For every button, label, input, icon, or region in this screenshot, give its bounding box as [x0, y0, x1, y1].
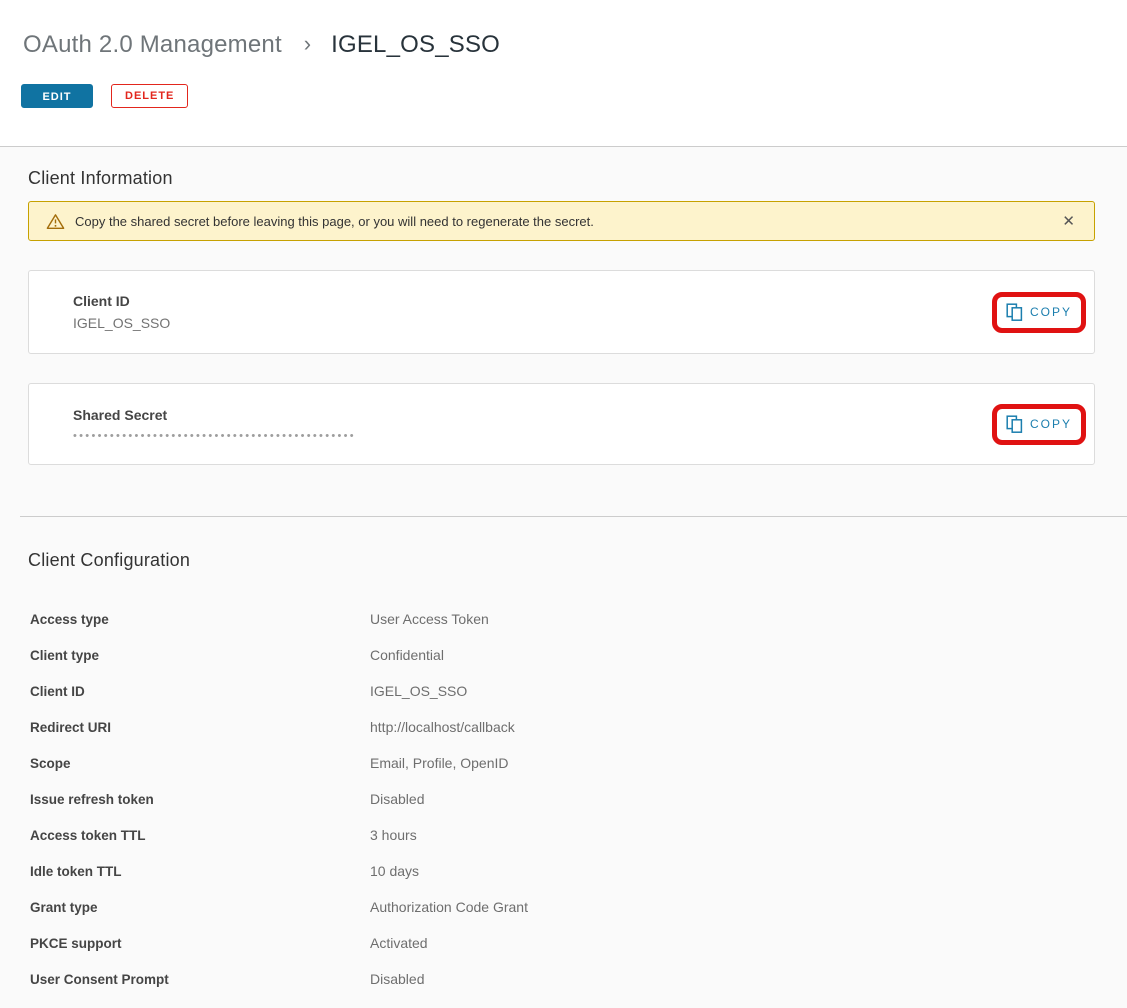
shared-secret-masked-value: ••••••••••••••••••••••••••••••••••••••••…: [73, 431, 356, 442]
edit-button[interactable]: EDIT: [21, 84, 93, 108]
client-configuration-heading: Client Configuration: [28, 517, 1095, 571]
copy-client-id-annotation-highlight: COPY: [992, 292, 1086, 333]
config-value: Disabled: [370, 791, 424, 807]
breadcrumb-parent-link[interactable]: OAuth 2.0 Management: [23, 31, 282, 58]
action-row: EDIT DELETE: [21, 84, 1127, 108]
config-row: Issue refresh token Disabled: [28, 781, 1095, 817]
config-row: Client ID IGEL_OS_SSO: [28, 673, 1095, 709]
config-label: Grant type: [30, 900, 370, 915]
config-label: Redirect URI: [30, 720, 370, 735]
client-id-card: Client ID IGEL_OS_SSO COPY: [28, 270, 1095, 354]
config-row: Access token TTL 3 hours: [28, 817, 1095, 853]
copy-button-label: COPY: [1030, 305, 1072, 319]
shared-secret-label: Shared Secret: [73, 407, 356, 423]
config-label: Access type: [30, 612, 370, 627]
config-row: Scope Email, Profile, OpenID: [28, 745, 1095, 781]
config-row: User Consent Prompt Disabled: [28, 961, 1095, 997]
page-header: OAuth 2.0 Management › IGEL_OS_SSO EDIT …: [0, 0, 1127, 147]
warning-triangle-icon: [46, 213, 65, 230]
config-label: PKCE support: [30, 936, 370, 951]
config-label: Client type: [30, 648, 370, 663]
warning-message: Copy the shared secret before leaving th…: [75, 214, 594, 229]
page-title: IGEL_OS_SSO: [331, 31, 500, 58]
config-value: Confidential: [370, 647, 444, 663]
config-row: Access type User Access Token: [28, 601, 1095, 637]
copy-shared-secret-annotation-highlight: COPY: [992, 404, 1086, 445]
config-value: Authorization Code Grant: [370, 899, 528, 915]
config-value: Disabled: [370, 971, 424, 987]
config-row: Redirect URI http://localhost/callback: [28, 709, 1095, 745]
config-value: 10 days: [370, 863, 419, 879]
config-value: http://localhost/callback: [370, 719, 515, 735]
config-row: Client type Confidential: [28, 637, 1095, 673]
config-value: IGEL_OS_SSO: [370, 683, 467, 699]
client-information-heading: Client Information: [28, 147, 1095, 189]
breadcrumb: OAuth 2.0 Management › IGEL_OS_SSO: [0, 0, 1127, 59]
config-label: Scope: [30, 756, 370, 771]
breadcrumb-chevron-icon: ›: [304, 31, 312, 56]
delete-button[interactable]: DELETE: [111, 84, 188, 108]
copy-shared-secret-button[interactable]: COPY: [1002, 413, 1076, 436]
config-label: Idle token TTL: [30, 864, 370, 879]
shared-secret-card: Shared Secret ••••••••••••••••••••••••••…: [28, 383, 1095, 465]
close-icon[interactable]: ✕: [1060, 212, 1077, 230]
config-label: Access token TTL: [30, 828, 370, 843]
copy-client-id-button[interactable]: COPY: [1002, 301, 1076, 324]
main-content: Client Information Copy the shared secre…: [0, 147, 1127, 1008]
config-value: User Access Token: [370, 611, 489, 627]
config-row: PKCE support Activated: [28, 925, 1095, 961]
client-configuration-list: Access type User Access Token Client typ…: [28, 601, 1095, 997]
copy-button-label: COPY: [1030, 417, 1072, 431]
config-value: Activated: [370, 935, 428, 951]
copy-icon: [1006, 303, 1023, 322]
warning-banner: Copy the shared secret before leaving th…: [28, 201, 1095, 241]
client-id-fields: Client ID IGEL_OS_SSO: [73, 293, 170, 331]
config-value: 3 hours: [370, 827, 417, 843]
config-value: Email, Profile, OpenID: [370, 755, 509, 771]
config-row: Idle token TTL 10 days: [28, 853, 1095, 889]
shared-secret-fields: Shared Secret ••••••••••••••••••••••••••…: [73, 407, 356, 442]
copy-icon: [1006, 415, 1023, 434]
config-label: Issue refresh token: [30, 792, 370, 807]
config-label: Client ID: [30, 684, 370, 699]
config-row: Grant type Authorization Code Grant: [28, 889, 1095, 925]
client-id-value: IGEL_OS_SSO: [73, 315, 170, 331]
client-id-label: Client ID: [73, 293, 170, 309]
config-label: User Consent Prompt: [30, 972, 370, 987]
